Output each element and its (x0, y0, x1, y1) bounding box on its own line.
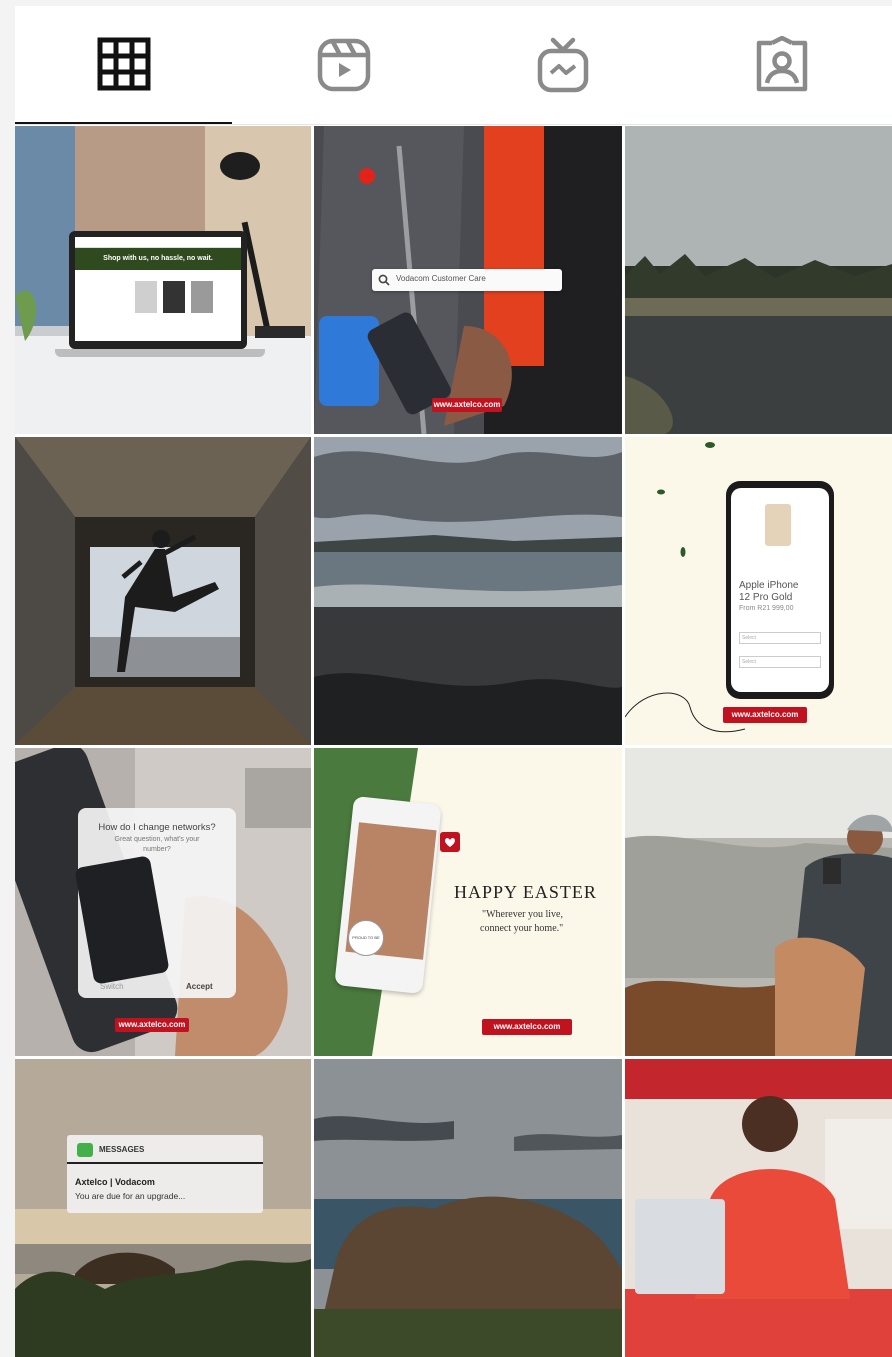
post-customer-care[interactable]: Vodacom Customer Care www.axtelco.com (314, 126, 622, 434)
website-badge: www.axtelco.com (115, 1018, 189, 1032)
search-bar: Vodacom Customer Care (372, 269, 562, 291)
post-lake[interactable] (625, 126, 892, 434)
heart-icon (440, 832, 460, 852)
accept-button: Accept (186, 982, 213, 991)
tab-posts[interactable] (15, 6, 234, 124)
reels-icon (317, 38, 370, 92)
dialog-title: How do I change networks? (98, 822, 216, 833)
website-badge: www.axtelco.com (432, 398, 502, 412)
beach-photo (314, 437, 622, 745)
post-quote: connect your home." (480, 923, 564, 934)
product-image (765, 504, 791, 546)
post-hiker-coffee[interactable] (625, 748, 892, 1056)
store-agent-photo (625, 1059, 892, 1357)
rocky-coast-photo (314, 1059, 622, 1357)
post-iphone-12[interactable]: Apple iPhone 12 Pro Gold From R21 999,00… (625, 437, 892, 745)
post-rocky-coast[interactable] (314, 1059, 622, 1357)
laptop-screen: Shop with us, no hassle, no wait. (75, 237, 241, 341)
notification-sender: Axtelco | Vodacom (75, 1177, 155, 1187)
lake-photo (625, 126, 892, 434)
contract-select: Select (739, 656, 821, 668)
profile-feed: Shop with us, no hassle, no wait. Vodaco… (15, 6, 892, 1357)
post-upgrade-message[interactable]: MESSAGES Axtelco | Vodacom You are due f… (15, 1059, 311, 1357)
website-badge: www.axtelco.com (482, 1019, 572, 1035)
product-title: 12 Pro Gold (739, 592, 793, 603)
igtv-icon (537, 37, 588, 93)
profile-tab-bar (15, 6, 892, 125)
tab-tagged[interactable] (672, 6, 891, 124)
dialog-subtitle: Great question, what's your (114, 836, 200, 843)
switch-button: Switch (100, 982, 124, 991)
notification-app: MESSAGES (99, 1145, 145, 1154)
phone (74, 855, 170, 985)
site-banner: Shop with us, no hassle, no wait. (75, 248, 241, 270)
dialog-subtitle: number? (143, 846, 171, 853)
post-jump[interactable] (15, 437, 311, 745)
phone-screen: Apple iPhone 12 Pro Gold From R21 999,00… (731, 488, 829, 692)
hiker-sea-photo (625, 748, 892, 1056)
divider (15, 124, 892, 125)
dialog-card: How do I change networks? Great question… (74, 808, 236, 998)
tunnel-jump-photo (15, 437, 311, 745)
product-title: Apple iPhone (739, 580, 799, 591)
laptop-base (55, 349, 265, 357)
tab-reels[interactable] (234, 6, 453, 124)
capacity-select: Select (739, 632, 821, 644)
search-icon (378, 274, 390, 286)
stamp-badge: PROUD TO BE (348, 920, 384, 956)
site-header (75, 237, 241, 248)
tagged-user-icon (756, 36, 807, 92)
messages-icon (77, 1143, 93, 1157)
post-change-networks[interactable]: How do I change networks? Great question… (15, 748, 311, 1056)
product-thumb (135, 281, 157, 313)
website-badge: www.axtelco.com (723, 707, 807, 723)
notification-card: MESSAGES Axtelco | Vodacom You are due f… (67, 1135, 263, 1213)
post-laptop-shop[interactable]: Shop with us, no hassle, no wait. (15, 126, 311, 434)
post-heading: HAPPY EASTER (454, 882, 597, 902)
post-quote: "Wherever you live, (482, 909, 563, 920)
tab-igtv[interactable] (453, 6, 672, 124)
post-happy-easter[interactable]: PROUD TO BE HAPPY EASTER "Wherever you l… (314, 748, 622, 1056)
product-price: From R21 999,00 (739, 605, 794, 612)
divider (67, 1162, 263, 1164)
product-thumb (191, 281, 213, 313)
notification-message: You are due for an upgrade... (75, 1191, 186, 1201)
product-thumb (163, 281, 185, 313)
post-beach[interactable] (314, 437, 622, 745)
post-store-agent[interactable] (625, 1059, 892, 1357)
grid-icon (97, 37, 150, 91)
search-text: Vodacom Customer Care (396, 274, 486, 283)
